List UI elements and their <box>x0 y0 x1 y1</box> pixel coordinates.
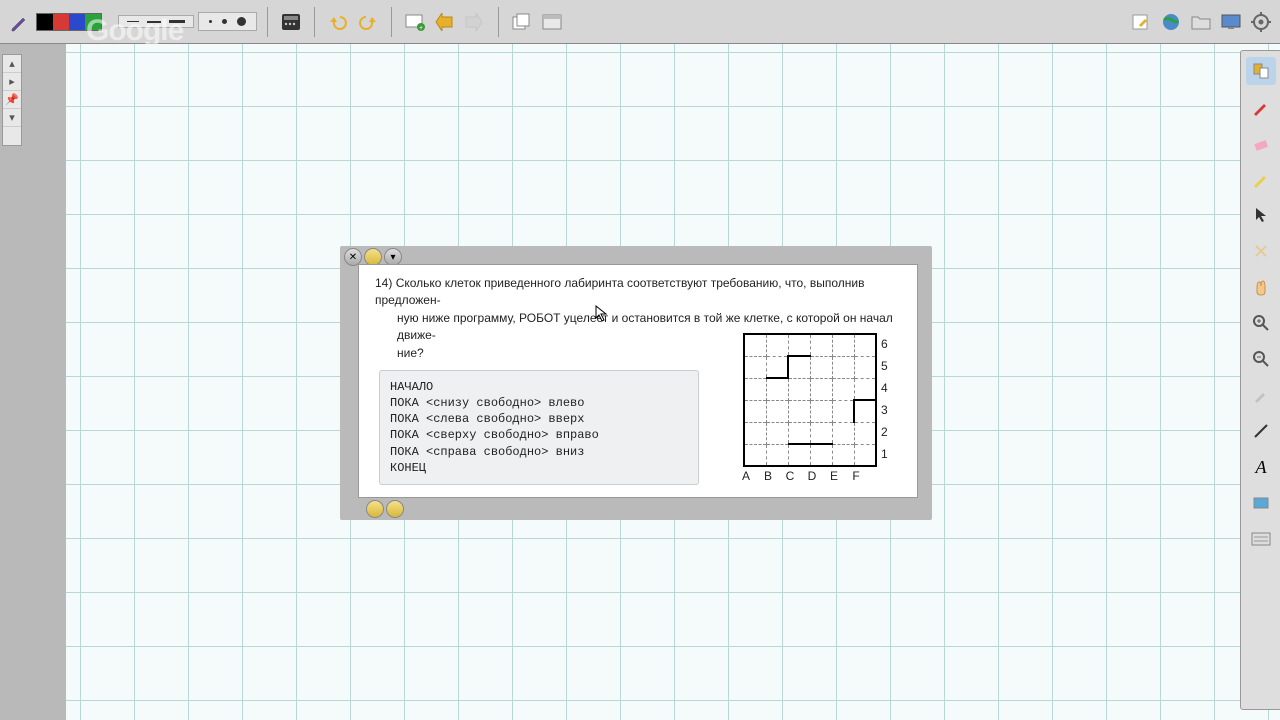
top-toolbar: + <box>0 0 1280 44</box>
edit-icon[interactable] <box>1128 9 1154 35</box>
right-tool-panel: A <box>1240 50 1280 710</box>
program-line: ПОКА <сверху свободно> вправо <box>390 427 688 443</box>
paper-frame[interactable]: ✕ ▾ 14) Сколько клеток приведенного лаби… <box>340 246 932 520</box>
maze-col-D: D <box>807 469 817 483</box>
maze-row-4: 4 <box>881 381 888 395</box>
documents-icon[interactable] <box>509 9 535 35</box>
chevron-down-icon[interactable]: ▾ <box>3 109 21 127</box>
prev-page-icon[interactable] <box>432 9 458 35</box>
folder-icon[interactable] <box>1188 9 1214 35</box>
color-picker[interactable] <box>36 13 102 31</box>
pin-icon[interactable]: 📌 <box>3 91 21 109</box>
text-tool-icon[interactable]: A <box>1246 453 1276 481</box>
program-line: ПОКА <снизу свободно> влево <box>390 395 688 411</box>
svg-text:+: + <box>419 25 423 31</box>
hand-tool-icon[interactable] <box>1246 273 1276 301</box>
eraser-tool-icon[interactable] <box>1246 129 1276 157</box>
highlighter-tool-icon[interactable] <box>1246 165 1276 193</box>
program-line: НАЧАЛО <box>390 379 688 395</box>
maze-grid: 6 5 4 3 2 1 A B C D E F <box>743 333 877 467</box>
paper-content: 14) Сколько клеток приведенного лабиринт… <box>358 264 918 498</box>
program-line: ПОКА <справа свободно> вниз <box>390 444 688 460</box>
calculator-icon[interactable] <box>278 9 304 35</box>
blank-icon <box>3 127 21 145</box>
maze-col-C: C <box>785 469 795 483</box>
maze-col-A: A <box>741 469 751 483</box>
chevron-up-icon[interactable]: ▴ <box>3 55 21 73</box>
handle-btn-1[interactable] <box>366 500 384 518</box>
cursor-icon <box>595 305 609 323</box>
maze-row-6: 6 <box>881 337 888 351</box>
swatch-red[interactable] <box>53 14 69 30</box>
maze-col-E: E <box>829 469 839 483</box>
pen-tool-icon[interactable] <box>1246 93 1276 121</box>
maze-row-2: 2 <box>881 425 888 439</box>
zoom-out-icon[interactable] <box>1246 345 1276 373</box>
maze-row-5: 5 <box>881 359 888 373</box>
line-tool-icon[interactable] <box>1246 417 1276 445</box>
maze-col-F: F <box>851 469 861 483</box>
redo-icon[interactable] <box>355 9 381 35</box>
maze-row-3: 3 <box>881 403 888 417</box>
program-line: ПОКА <слева свободно> вверх <box>390 411 688 427</box>
keyboard-tool-icon[interactable] <box>1246 525 1276 553</box>
handle-btn-2[interactable] <box>386 500 404 518</box>
embedded-document-window[interactable]: ✕ ▾ 14) Сколько клеток приведенного лаби… <box>340 246 932 520</box>
left-sidebar: ▴ ▸ 📌 ▾ <box>0 44 66 720</box>
fill-tool-icon[interactable] <box>1246 489 1276 517</box>
question-line3: ние? <box>397 345 424 362</box>
window-icon[interactable] <box>539 9 565 35</box>
maze-row-1: 1 <box>881 447 888 461</box>
swatch-black[interactable] <box>37 14 53 30</box>
pointer-tool-icon[interactable] <box>1246 201 1276 229</box>
zoom-in-icon[interactable] <box>1246 309 1276 337</box>
maze-col-B: B <box>763 469 773 483</box>
question-line1: Сколько клеток приведенного лабиринта со… <box>375 276 864 307</box>
swatch-green[interactable] <box>85 14 101 30</box>
move-tool-icon[interactable] <box>1246 57 1276 85</box>
gear-icon[interactable] <box>1248 9 1274 35</box>
globe-icon[interactable] <box>1158 9 1184 35</box>
line-style-picker[interactable] <box>198 12 257 31</box>
eyedropper-icon[interactable] <box>1246 381 1276 409</box>
swatch-blue[interactable] <box>69 14 85 30</box>
line-width-picker[interactable] <box>118 15 194 28</box>
program-line: КОНЕЦ <box>390 460 688 476</box>
new-page-icon[interactable]: + <box>402 9 428 35</box>
pen-icon[interactable] <box>6 9 32 35</box>
left-collapse-widget[interactable]: ▴ ▸ 📌 ▾ <box>2 54 22 146</box>
program-code: НАЧАЛО ПОКА <снизу свободно> влево ПОКА … <box>379 370 699 485</box>
next-page-icon[interactable] <box>462 9 488 35</box>
monitor-icon[interactable] <box>1218 9 1244 35</box>
snap-tool-icon[interactable] <box>1246 237 1276 265</box>
question-number: 14) <box>375 276 392 290</box>
chevron-right-icon[interactable]: ▸ <box>3 73 21 91</box>
undo-icon[interactable] <box>325 9 351 35</box>
